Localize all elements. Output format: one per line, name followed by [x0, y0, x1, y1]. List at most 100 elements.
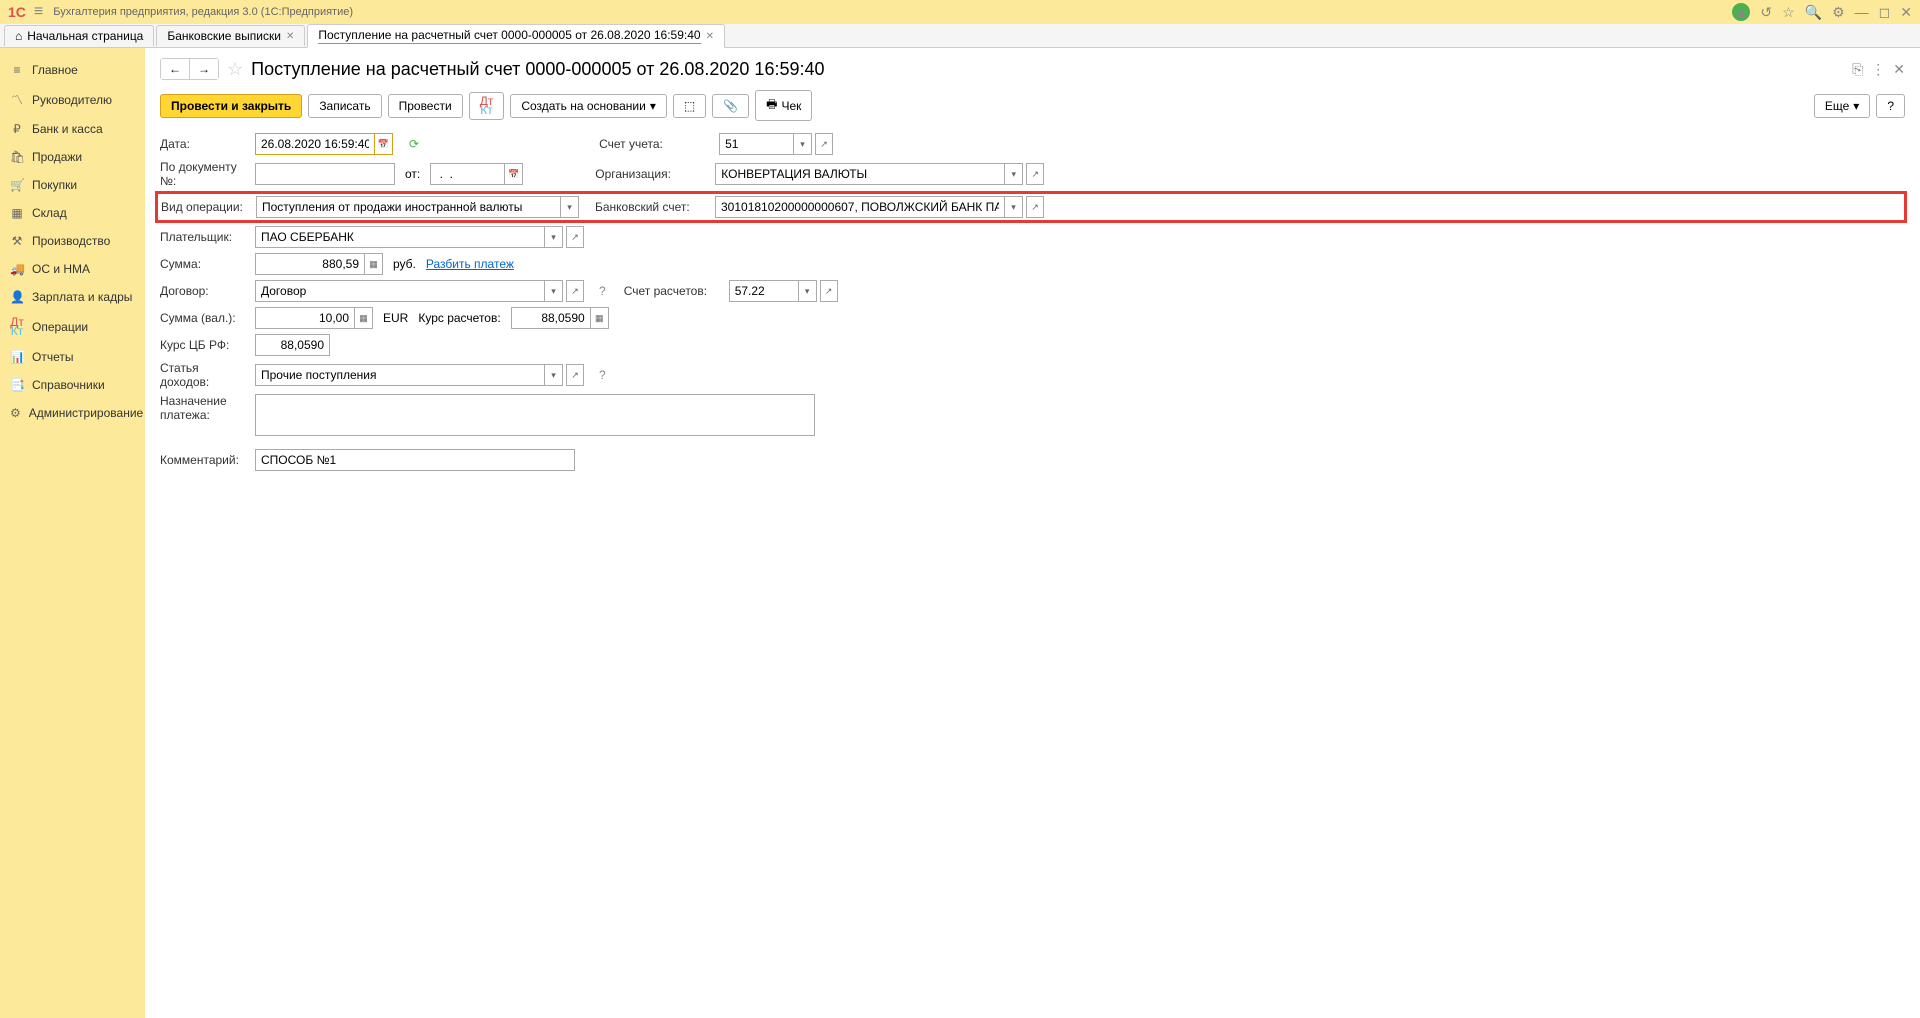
bag-icon: 🛍	[10, 150, 24, 164]
calc-icon[interactable]: ▦	[365, 253, 383, 275]
save-button[interactable]: Записать	[308, 94, 381, 118]
calc-rate-input[interactable]	[511, 307, 591, 329]
tab-home[interactable]: ⌂ Начальная страница	[4, 25, 154, 46]
sidebar-item-production[interactable]: ⚒Производство	[0, 227, 145, 255]
sidebar-item-main[interactable]: ≡Главное	[0, 56, 145, 84]
open-icon[interactable]: ↗	[566, 364, 584, 386]
sum-val-input[interactable]	[255, 307, 355, 329]
post-button[interactable]: Провести	[388, 94, 463, 118]
notification-icon[interactable]: ▲	[1732, 3, 1750, 21]
date-input[interactable]	[255, 133, 375, 155]
comment-input[interactable]	[255, 449, 575, 471]
sidebar-item-assets[interactable]: 🚚ОС и НМА	[0, 255, 145, 283]
dropdown-icon[interactable]: ▾	[545, 280, 563, 302]
sidebar-item-warehouse[interactable]: ▦Склад	[0, 199, 145, 227]
search-icon[interactable]: 🔍	[1805, 4, 1822, 21]
tab-document[interactable]: Поступление на расчетный счет 0000-00000…	[307, 24, 725, 48]
close-document-icon[interactable]: ✕	[1893, 61, 1905, 78]
minimize-icon[interactable]: —	[1855, 4, 1869, 20]
contract-input[interactable]	[255, 280, 545, 302]
calendar-icon[interactable]: 📅	[375, 133, 393, 155]
history-icon[interactable]: ↺	[1760, 4, 1772, 21]
more-options-icon[interactable]: ⋮	[1871, 61, 1885, 78]
dropdown-icon[interactable]: ▾	[1005, 163, 1023, 185]
barcode-button[interactable]: ⬚	[673, 94, 706, 118]
cart-icon: 🛒	[10, 178, 24, 192]
check-button[interactable]: 🖶 Чек	[755, 90, 812, 121]
open-icon[interactable]: ↗	[815, 133, 833, 155]
folder-icon: 📑	[10, 378, 24, 392]
calendar-icon[interactable]: 📅	[505, 163, 523, 185]
list-icon: ≡	[10, 63, 24, 77]
from-date-input[interactable]	[430, 163, 505, 185]
doc-number-input[interactable]	[255, 163, 395, 185]
dtk-button[interactable]: ДтКт	[469, 92, 505, 120]
open-icon[interactable]: ↗	[566, 280, 584, 302]
menu-icon[interactable]: ≡	[34, 3, 43, 21]
tab-bank-statements[interactable]: Банковские выписки ✕	[156, 25, 305, 46]
link-icon[interactable]: ⎘	[1852, 61, 1863, 78]
org-input[interactable]	[715, 163, 1005, 185]
sidebar-label: ОС и НМА	[32, 262, 90, 276]
more-button[interactable]: Еще ▾	[1814, 94, 1870, 118]
sidebar-item-sales[interactable]: 🛍Продажи	[0, 143, 145, 171]
document-title: Поступление на расчетный счет 0000-00000…	[251, 59, 824, 80]
help-icon[interactable]: ?	[599, 284, 606, 298]
sum-input[interactable]	[255, 253, 365, 275]
dropdown-icon[interactable]: ▾	[1005, 196, 1023, 218]
cb-rate-input[interactable]	[255, 334, 330, 356]
sidebar-item-operations[interactable]: ДтКтОперации	[0, 311, 145, 343]
chevron-down-icon: ▾	[1853, 99, 1859, 113]
close-icon[interactable]: ✕	[706, 31, 714, 42]
op-type-input[interactable]	[256, 196, 561, 218]
dropdown-icon[interactable]: ▾	[799, 280, 817, 302]
purpose-textarea[interactable]	[255, 394, 815, 436]
star-icon[interactable]: ☆	[1782, 4, 1795, 21]
sidebar-item-purchases[interactable]: 🛒Покупки	[0, 171, 145, 199]
refresh-icon[interactable]: ⟳	[409, 137, 419, 151]
dropdown-icon[interactable]: ▾	[794, 133, 812, 155]
dropdown-icon[interactable]: ▾	[545, 364, 563, 386]
sidebar-item-reports[interactable]: 📊Отчеты	[0, 343, 145, 371]
sum-val-label: Сумма (вал.):	[160, 311, 245, 325]
sidebar-item-admin[interactable]: ⚙Администрирование	[0, 399, 145, 427]
open-icon[interactable]: ↗	[566, 226, 584, 248]
open-icon[interactable]: ↗	[820, 280, 838, 302]
open-icon[interactable]: ↗	[1026, 163, 1044, 185]
sidebar-item-catalogs[interactable]: 📑Справочники	[0, 371, 145, 399]
help-button[interactable]: ?	[1876, 94, 1905, 118]
close-window-icon[interactable]: ✕	[1900, 4, 1912, 21]
help-icon[interactable]: ?	[599, 368, 606, 382]
settlement-input[interactable]	[729, 280, 799, 302]
close-icon[interactable]: ✕	[286, 31, 294, 42]
from-label: от:	[405, 167, 420, 181]
dropdown-icon[interactable]: ▾	[545, 226, 563, 248]
post-and-close-button[interactable]: Провести и закрыть	[160, 94, 302, 118]
forward-button[interactable]: →	[190, 59, 218, 79]
person-icon: 👤	[10, 290, 24, 304]
grid-icon: ▦	[10, 206, 24, 220]
button-label: Создать на основании	[521, 99, 646, 113]
sum-label: Сумма:	[160, 257, 245, 271]
sidebar-label: Отчеты	[32, 350, 73, 364]
maximize-icon[interactable]: ◻	[1879, 4, 1891, 21]
create-based-button[interactable]: Создать на основании ▾	[510, 94, 667, 118]
split-payment-link[interactable]: Разбить платеж	[426, 257, 514, 271]
sidebar-item-bank[interactable]: ₽Банк и касса	[0, 115, 145, 143]
attach-button[interactable]: 📎	[712, 94, 749, 118]
calc-icon[interactable]: ▦	[591, 307, 609, 329]
settings-icon[interactable]: ⚙	[1832, 4, 1845, 21]
sidebar-item-payroll[interactable]: 👤Зарплата и кадры	[0, 283, 145, 311]
chart-icon: 〽	[10, 91, 24, 108]
open-icon[interactable]: ↗	[1026, 196, 1044, 218]
payer-input[interactable]	[255, 226, 545, 248]
bank-account-input[interactable]	[715, 196, 1005, 218]
sidebar: ≡Главное 〽Руководителю ₽Банк и касса 🛍Пр…	[0, 48, 145, 1018]
dropdown-icon[interactable]: ▾	[561, 196, 579, 218]
favorite-icon[interactable]: ☆	[227, 59, 243, 80]
income-input[interactable]	[255, 364, 545, 386]
back-button[interactable]: ←	[161, 59, 190, 79]
sidebar-item-manager[interactable]: 〽Руководителю	[0, 84, 145, 115]
calc-icon[interactable]: ▦	[355, 307, 373, 329]
account-input[interactable]	[719, 133, 794, 155]
